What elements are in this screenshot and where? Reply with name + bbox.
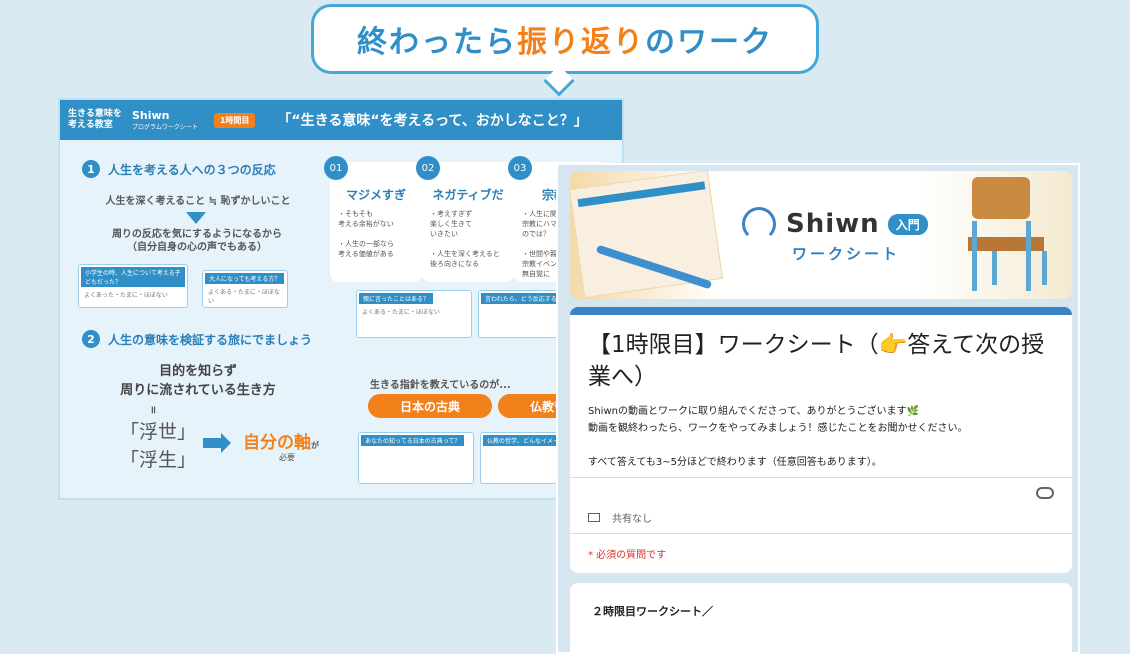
section1-heading: 1 人生を考える人への３つの反応 — [82, 160, 276, 178]
banner-subtitle: ワークシート — [792, 245, 901, 263]
worksheet-badge: 1時間目 — [213, 112, 256, 128]
reaction-card: 02 ネガティブだ ・考えすぎず 楽しく生きて いきたい ・人生を深く考えると 後ろ… — [416, 156, 514, 282]
note-box: 小学生の時、人生について考える子どもだった？ よくあった・たまに・ほぼない — [78, 264, 188, 308]
axis-text: 自分の軸が — [243, 433, 319, 453]
needed-text: 必要 — [279, 453, 295, 462]
section2-heading: 2 人生の意味を検証する旅にでましょう — [82, 330, 312, 348]
equals-mark: ॥ — [150, 405, 156, 416]
heading-bubble: 終わったら 振り返り のワーク — [311, 4, 819, 74]
divider — [570, 477, 1072, 478]
worksheet-logo: Shiwn プログラムワークシート — [132, 109, 198, 131]
required-note: * 必須の質問です — [588, 550, 667, 561]
reaction-card: 01 マジメすぎ ・そもそも 考える余裕がない ・人生の一部なら 考える価値がある — [324, 156, 422, 282]
shiwn-logo-icon — [742, 207, 776, 241]
pill-classics: 日本の古典 — [368, 394, 492, 418]
note-box: 大人になっても考える方？ よくある・たまに・ほぼない — [202, 270, 288, 308]
worksheet-preview: 生きる意味を考える教室 Shiwn プログラムワークシート 1時間目 「“生きる意… — [58, 98, 624, 500]
worksheet-series: 生きる意味を考える教室 — [68, 109, 122, 130]
banner-logo: Shiwn 入門 — [742, 207, 928, 241]
next-section-card[interactable]: ２時限目ワークシート／ — [570, 583, 1072, 654]
bubble-text-1: 終わったら — [357, 25, 517, 60]
share-status: 共有なし — [588, 510, 652, 525]
worksheet-title: 「“生きる意味“を考えるって、おかしなこと？」 — [277, 113, 588, 129]
form-description: Shiwnの動画とワークに取り組んでくださって、ありがとうございます🌿 動画を観… — [588, 406, 968, 468]
divider — [570, 533, 1072, 534]
mail-icon — [588, 513, 600, 522]
guide-text: 生きる指針を教えているのが... — [370, 380, 511, 391]
banner-logo-text: Shiwn — [786, 209, 880, 239]
goal-text: 目的を知らず 周りに流されている生き方 — [120, 364, 276, 398]
note-box: あなたの知ってる日本の古典って？ — [358, 432, 474, 484]
right-arrow-icon — [203, 433, 231, 453]
next-section-title: ２時限目ワークシート／ — [592, 605, 713, 618]
bubble-text-3: のワーク — [645, 25, 773, 60]
form-banner: Shiwn 入門 ワークシート — [570, 171, 1072, 299]
share-text: 共有なし — [612, 514, 652, 525]
form-panel[interactable]: Shiwn 入門 ワークシート 【1時限目】ワークシート（👉答えて次の授業へ） … — [556, 163, 1080, 654]
form-header-card: 【1時限目】ワークシート（👉答えて次の授業へ） Shiwnの動画とワークに取り組… — [570, 307, 1072, 573]
reaction-text: 周りの反応を気にするようになるから （自分自身の心の声でもある） — [111, 229, 283, 253]
chair-icon — [962, 177, 1056, 293]
down-arrow-icon — [186, 212, 206, 224]
note-box: 親に言ったことはある？ よくある・たまに・ほぼない — [356, 290, 472, 338]
form-title: 【1時限目】ワークシート（👉答えて次の授業へ） — [588, 332, 1045, 390]
cloud-saved-icon[interactable] — [1036, 487, 1054, 499]
banner-tag: 入門 — [887, 213, 928, 235]
bubble-text-2: 振り返り — [517, 25, 645, 60]
kanji-text: 「浮世」 「浮生」 — [120, 421, 197, 471]
equation-text: 人生を深く考えること ≒ 恥ずかしいこと — [105, 196, 291, 207]
worksheet-header: 生きる意味を考える教室 Shiwn プログラムワークシート 1時間目 「“生きる意… — [60, 100, 622, 140]
